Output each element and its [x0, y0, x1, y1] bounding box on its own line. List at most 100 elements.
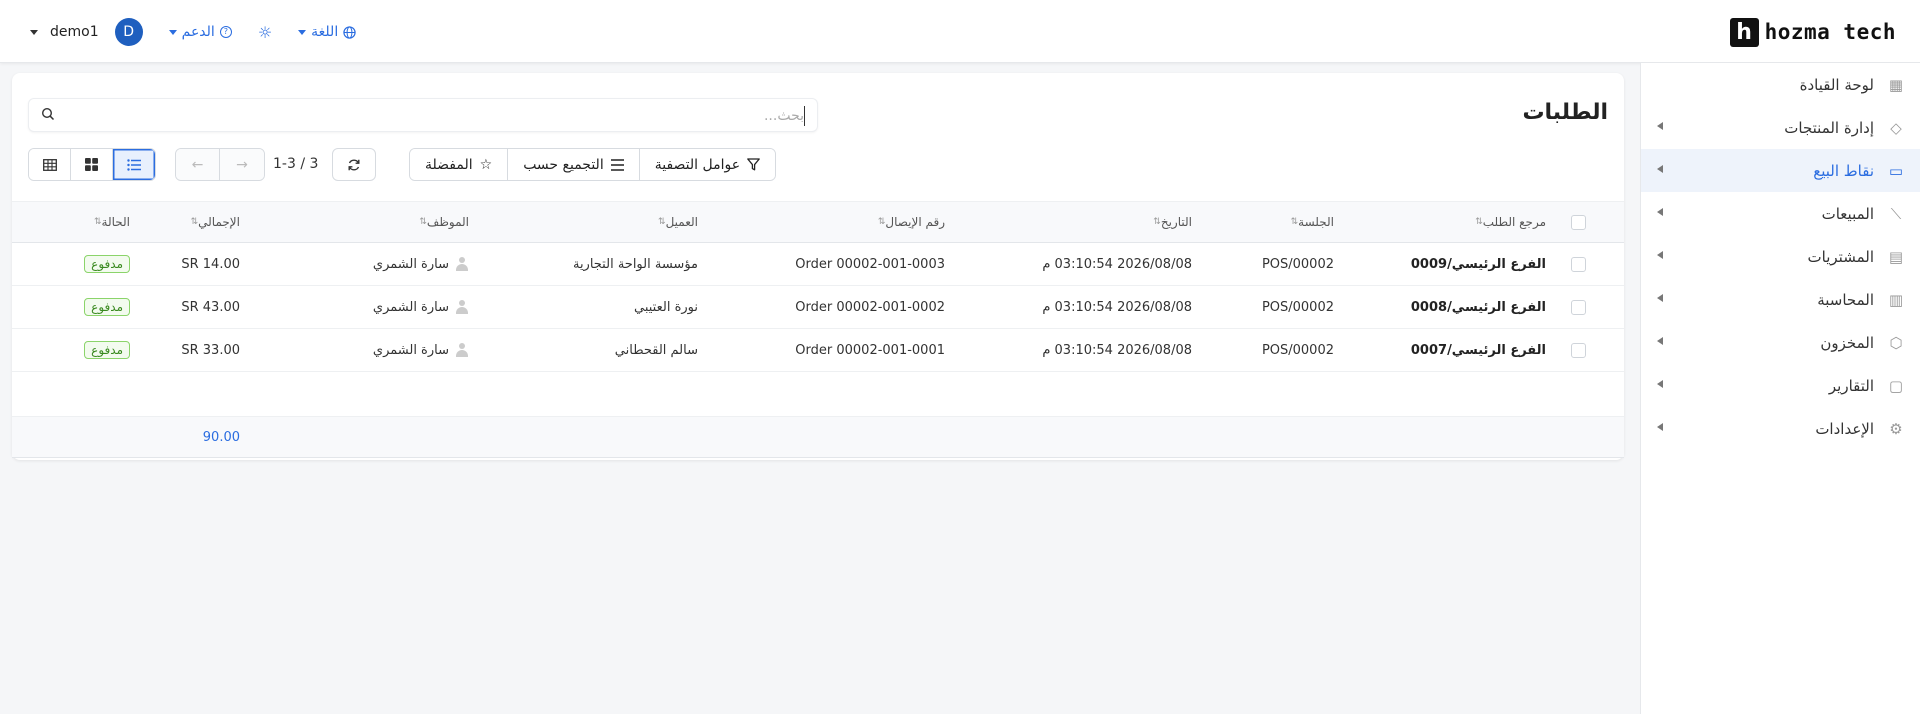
page-title: الطلبات — [1522, 100, 1608, 125]
sidebar-item[interactable]: ▤ المشتريات — [1641, 235, 1920, 278]
favorites-button[interactable]: ☆ المفضلة — [410, 149, 508, 180]
user-menu-caret-icon[interactable] — [30, 29, 38, 35]
expand-arrow-icon[interactable] — [1657, 337, 1663, 345]
pager-count: 1-3 / 3 — [273, 156, 319, 172]
expand-arrow-icon[interactable] — [1657, 423, 1663, 431]
person-icon — [455, 343, 469, 357]
sidebar-item[interactable]: ⟋ المبيعات — [1641, 192, 1920, 235]
next-page-button[interactable]: → — [220, 149, 264, 180]
sidebar-item[interactable]: ⚙ الإعدادات — [1641, 407, 1920, 450]
row-checkbox[interactable] — [1571, 286, 1586, 328]
filters-label: عوامل التصفية — [654, 156, 741, 173]
header-client[interactable]: العميل ⇅ — [653, 202, 698, 242]
view-switcher — [28, 148, 156, 181]
previous-page-button[interactable]: ← — [176, 149, 220, 180]
sidebar-item[interactable]: ▭ نقاط البيع — [1641, 149, 1920, 192]
brand-logo[interactable]: h hozma tech — [1729, 17, 1896, 47]
order-session: POS/00002 — [1261, 256, 1334, 272]
sort-icon: ⇅ — [419, 217, 427, 227]
sort-icon: ⇅ — [1153, 217, 1161, 227]
filter-icon — [747, 158, 760, 171]
sidebar-item[interactable]: ⬡ المخزون — [1641, 321, 1920, 364]
list-view-button[interactable] — [113, 149, 155, 180]
table-row[interactable]: الفرع الرئيسي/0009 POS/00002 2026/08/08 03… — [12, 243, 1624, 286]
order-total: SR 43.00 — [181, 299, 240, 315]
table-grid-icon — [42, 158, 57, 171]
header-receipt[interactable]: رقم الإيصال ⇅ — [873, 202, 945, 242]
sidebar-item-label: المشتريات — [1807, 247, 1874, 266]
order-date: 2026/08/08 03:10:54 م — [1042, 299, 1192, 315]
table-row[interactable]: الفرع الرئيسي/0008 POS/00002 2026/08/08 03… — [12, 286, 1624, 329]
sort-icon: ⇅ — [1290, 217, 1299, 227]
sidebar-item[interactable]: ▥ المحاسبة — [1641, 278, 1920, 321]
avatar[interactable]: D — [114, 18, 143, 46]
sidebar-item-label: لوحة القيادة — [1799, 75, 1874, 94]
sidebar-item-label: المحاسبة — [1817, 290, 1874, 309]
order-client: مؤسسة الواحة التجارية — [572, 256, 698, 272]
expand-arrow-icon[interactable] — [1657, 208, 1663, 216]
order-ref: الفرع الرئيسي/0008 — [1410, 299, 1546, 315]
sidebar-item[interactable]: ▦ لوحة القيادة — [1641, 63, 1920, 106]
order-date: 2026/08/08 03:10:54 م — [1042, 342, 1192, 358]
filters-button[interactable]: عوامل التصفية — [638, 149, 776, 180]
group-by-label: التجميع حسب — [523, 156, 604, 173]
empty-row — [12, 372, 1624, 416]
refresh-icon — [348, 159, 360, 170]
header-employee[interactable]: الموظف ⇅ — [414, 202, 469, 242]
header-status[interactable]: الحالة ⇅ — [89, 202, 130, 242]
dashboard-icon: ▦ — [1888, 75, 1904, 94]
theme-toggle-sun-icon[interactable]: ☼ — [258, 23, 272, 42]
select-all-checkbox[interactable] — [1571, 202, 1586, 242]
globe-icon — [343, 25, 356, 39]
order-client: سالم القحطاني — [614, 342, 698, 358]
table-footer: 90.00 — [12, 416, 1624, 458]
search-options: عوامل التصفية التجميع حسب ☆ المفضلة — [409, 148, 777, 181]
order-employee: سارة الشمري — [373, 329, 469, 371]
table-row[interactable]: الفرع الرئيسي/0007 POS/00002 2026/08/08 03… — [12, 329, 1624, 372]
store-icon: ▭ — [1888, 161, 1904, 180]
arrow-left-icon: ← — [191, 156, 204, 173]
grid-icon — [85, 158, 98, 171]
status-badge: مدفوع — [84, 341, 130, 359]
order-total: SR 33.00 — [181, 342, 240, 358]
arrow-right-icon: → — [236, 156, 248, 173]
support-menu[interactable]: الدعم ? — [168, 24, 232, 40]
expand-arrow-icon[interactable] — [1657, 380, 1663, 388]
kanban-view-button[interactable] — [71, 149, 113, 180]
status-badge: مدفوع — [84, 255, 130, 273]
user-name[interactable]: demo1 — [50, 24, 99, 40]
sidebar-item[interactable]: ◇ إدارة المنتجات — [1641, 106, 1920, 149]
header-total[interactable]: الإجمالي ⇅ — [186, 202, 240, 242]
row-checkbox[interactable] — [1571, 329, 1586, 371]
search-icon[interactable] — [41, 107, 55, 121]
order-employee: سارة الشمري — [373, 243, 469, 285]
logo-mark: h — [1729, 17, 1759, 47]
expand-arrow-icon[interactable] — [1657, 122, 1663, 130]
star-icon: ☆ — [479, 156, 493, 173]
group-by-button[interactable]: التجميع حسب — [507, 149, 639, 180]
list-icon — [127, 158, 141, 171]
expand-arrow-icon[interactable] — [1657, 251, 1663, 259]
support-label: الدعم — [181, 24, 215, 40]
header-ref[interactable]: مرجع الطلب ⇅ — [1470, 202, 1546, 242]
table-header-row: مرجع الطلب ⇅ الجلسة ⇅ التاريخ ⇅ رقم الإيصال… — [12, 201, 1624, 243]
search-input[interactable] — [65, 106, 805, 126]
table-view-button[interactable] — [29, 149, 71, 180]
person-icon — [455, 300, 469, 314]
header-session[interactable]: الجلسة ⇅ — [1286, 202, 1334, 242]
order-total: SR 14.00 — [181, 256, 240, 272]
refresh-button[interactable] — [332, 148, 376, 181]
expand-arrow-icon[interactable] — [1657, 294, 1663, 302]
expand-arrow-icon[interactable] — [1657, 165, 1663, 173]
sidebar-item[interactable]: ▢ التقارير — [1641, 364, 1920, 407]
orders-table: مرجع الطلب ⇅ الجلسة ⇅ التاريخ ⇅ رقم الإيصال… — [12, 201, 1624, 458]
order-session: POS/00002 — [1261, 342, 1334, 358]
box-icon: ⬡ — [1889, 333, 1903, 352]
status-cell: مدفوع — [84, 243, 130, 285]
top-bar: demo1 D الدعم ? ☼ اللغة h hozma tech — [0, 0, 1920, 63]
row-checkbox[interactable] — [1571, 243, 1586, 285]
employee-name: سارة الشمري — [372, 299, 449, 315]
header-date[interactable]: التاريخ ⇅ — [1148, 202, 1192, 242]
sidebar-item-label: الإعدادات — [1815, 419, 1874, 438]
language-menu[interactable]: اللغة — [298, 24, 356, 40]
